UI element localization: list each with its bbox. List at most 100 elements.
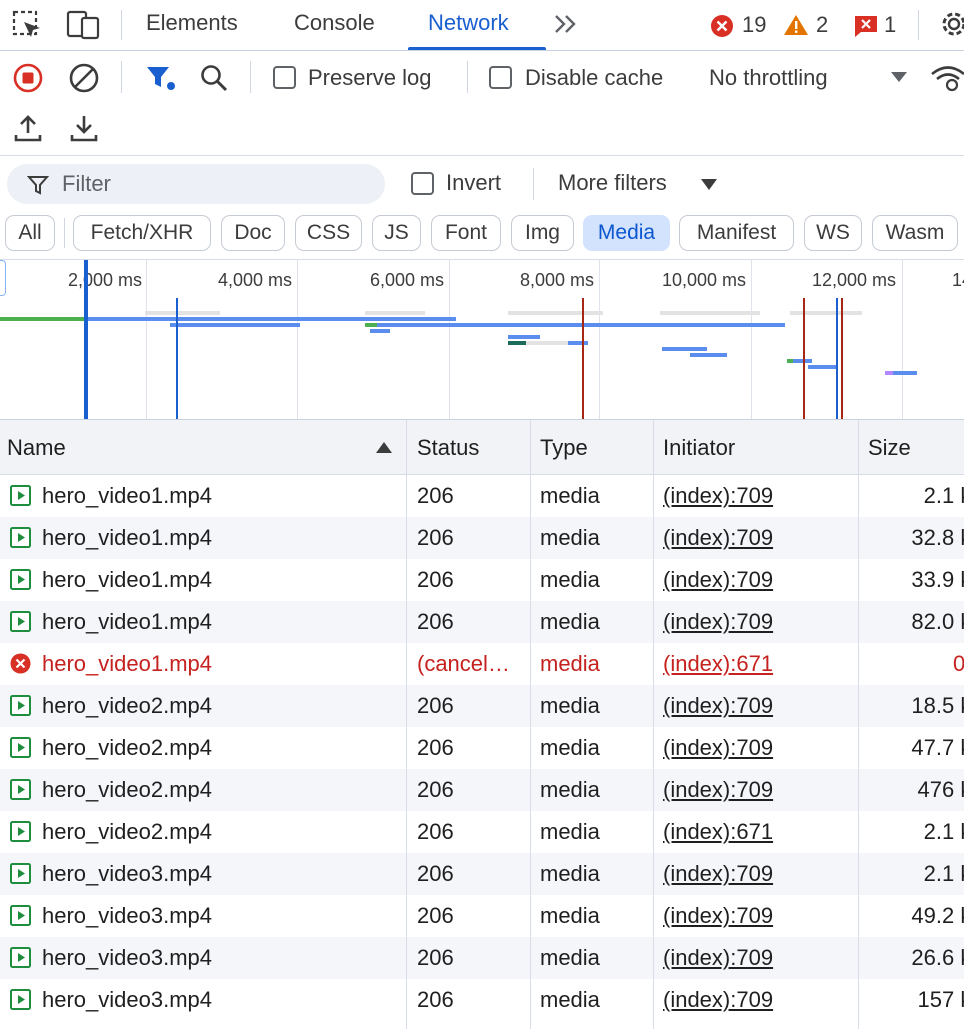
table-row[interactable]: hero_video1.mp4 (cancel… media (index):671 0…	[0, 643, 964, 685]
invert-label[interactable]: Invert	[446, 170, 501, 196]
more-filters-button[interactable]: More filters	[558, 170, 667, 196]
table-row[interactable]: hero_video1.mp4 206 media (index):709 32.8 k…	[0, 517, 964, 559]
request-initiator[interactable]: (index):709	[663, 861, 773, 887]
table-row[interactable]: hero_video2.mp4 206 media (index):709 476 kB	[0, 769, 964, 811]
issues-count-icon[interactable]	[853, 14, 879, 38]
request-status: 206	[417, 567, 454, 592]
disable-cache-label[interactable]: Disable cache	[525, 65, 663, 91]
overview-bar	[86, 317, 456, 321]
more-filters-chevron-icon[interactable]	[700, 178, 718, 192]
tab-elements[interactable]: Elements	[146, 10, 238, 36]
chip-media[interactable]: Media	[583, 215, 670, 251]
filter-toggle-icon[interactable]	[144, 63, 178, 93]
tick-label: 8,000 ms	[519, 270, 594, 290]
chip-js[interactable]: JS	[372, 215, 421, 251]
media-file-icon	[10, 779, 31, 800]
chip-ws[interactable]: WS	[804, 215, 862, 251]
request-size: 2.1 kB	[923, 819, 964, 844]
table-row[interactable]: hero_video1.mp4 206 media (index):709 82.0 k…	[0, 601, 964, 643]
request-initiator[interactable]: (index):709	[663, 483, 773, 509]
throttling-select[interactable]: No throttling	[709, 65, 828, 91]
more-tabs-icon[interactable]	[552, 12, 580, 36]
overview-drag-handle[interactable]	[0, 260, 6, 296]
request-initiator[interactable]: (index):671	[663, 651, 773, 677]
request-initiator[interactable]: (index):709	[663, 903, 773, 929]
column-header-initiator[interactable]: Initiator	[663, 435, 735, 461]
issues-count[interactable]: 1	[884, 12, 896, 38]
request-name: hero_video2.mp4	[42, 777, 213, 802]
invert-checkbox[interactable]	[411, 172, 434, 195]
request-initiator[interactable]: (index):709	[663, 987, 773, 1013]
overview-bar	[808, 365, 838, 369]
dom-content-loaded-marker	[176, 298, 178, 419]
warning-count[interactable]: 2	[816, 12, 828, 38]
request-initiator[interactable]: (index):709	[663, 609, 773, 635]
table-row[interactable]: hero_video2.mp4 206 media (index):671 2.1 kB	[0, 811, 964, 853]
table-row[interactable]: hero_video3.mp4 206 media (index):709 49.2 k…	[0, 895, 964, 937]
chip-css[interactable]: CSS	[295, 215, 362, 251]
table-row[interactable]: hero_video1.mp4 206 media (index):709 33.9 k…	[0, 559, 964, 601]
request-initiator[interactable]: (index):709	[663, 525, 773, 551]
table-row[interactable]: hero_video3.mp4 206 media (index):709 2.1 kB	[0, 853, 964, 895]
table-row[interactable]: hero_video3.mp4 206 media (index):709 157 kB	[0, 979, 964, 1021]
request-type: media	[540, 609, 600, 634]
clear-icon[interactable]	[68, 62, 100, 94]
overview-bar	[0, 317, 86, 321]
request-status: 206	[417, 777, 454, 802]
request-initiator[interactable]: (index):709	[663, 735, 773, 761]
table-row[interactable]: hero_video2.mp4 206 media (index):709 47.7 k…	[0, 727, 964, 769]
inspect-element-icon[interactable]	[12, 10, 44, 40]
request-initiator[interactable]: (index):709	[663, 777, 773, 803]
column-header-name[interactable]: Name	[7, 435, 66, 461]
chevron-down-icon[interactable]	[890, 71, 908, 83]
request-status: 206	[417, 945, 454, 970]
warning-count-icon[interactable]	[783, 13, 809, 37]
chip-all[interactable]: All	[5, 215, 55, 251]
tab-network[interactable]: Network	[428, 10, 509, 36]
preserve-log-label[interactable]: Preserve log	[308, 65, 432, 91]
request-status: 206	[417, 987, 454, 1012]
request-initiator[interactable]: (index):709	[663, 945, 773, 971]
filter-input[interactable]: Filter	[7, 164, 385, 204]
tab-console[interactable]: Console	[294, 10, 375, 36]
table-row[interactable]: hero_video3.mp4 206 media (index):709 26.6 k…	[0, 937, 964, 979]
request-type: media	[540, 651, 600, 676]
request-type: media	[540, 735, 600, 760]
preserve-log-checkbox[interactable]	[273, 66, 296, 89]
import-har-icon[interactable]	[14, 113, 42, 143]
column-header-size[interactable]: Size	[868, 435, 911, 461]
error-count[interactable]: 19	[742, 12, 766, 38]
network-conditions-icon[interactable]	[930, 63, 964, 93]
export-har-icon[interactable]	[70, 113, 98, 143]
table-row[interactable]: hero_video1.mp4 206 media (index):709 2.1 kB	[0, 475, 964, 517]
disable-cache-checkbox[interactable]	[489, 66, 512, 89]
chip-manifest[interactable]: Manifest	[679, 215, 794, 251]
table-row[interactable]: hero_video2.mp4 206 media (index):709 18.5 k…	[0, 685, 964, 727]
media-file-icon	[10, 737, 31, 758]
media-file-icon	[10, 947, 31, 968]
record-stop-icon[interactable]	[12, 62, 44, 94]
chip-img[interactable]: Img	[511, 215, 574, 251]
error-count-icon[interactable]	[710, 14, 734, 38]
chip-wasm[interactable]: Wasm	[872, 215, 958, 251]
request-initiator[interactable]: (index):671	[663, 819, 773, 845]
chip-fetch-xhr[interactable]: Fetch/XHR	[73, 215, 211, 251]
chip-font[interactable]: Font	[431, 215, 501, 251]
request-type: media	[540, 903, 600, 928]
network-toolbar: Preserve log Disable cache No throttling	[0, 51, 964, 156]
sort-ascending-icon[interactable]	[375, 441, 393, 454]
request-size: 157 kB	[917, 987, 964, 1012]
column-header-type[interactable]: Type	[540, 435, 588, 461]
filter-funnel-icon	[27, 176, 49, 195]
table-header: Name Status Type Initiator Size	[0, 420, 964, 475]
settings-gear-icon[interactable]	[938, 8, 964, 40]
request-initiator[interactable]: (index):709	[663, 567, 773, 593]
device-toolbar-icon[interactable]	[66, 10, 102, 40]
media-file-icon	[10, 527, 31, 548]
search-icon[interactable]	[198, 62, 230, 94]
column-header-status[interactable]: Status	[417, 435, 479, 461]
request-initiator[interactable]: (index):709	[663, 693, 773, 719]
overview-bar	[508, 335, 540, 339]
chip-doc[interactable]: Doc	[221, 215, 285, 251]
network-overview[interactable]: 2,000 ms 4,000 ms 6,000 ms 8,000 ms 10,0…	[0, 259, 964, 420]
